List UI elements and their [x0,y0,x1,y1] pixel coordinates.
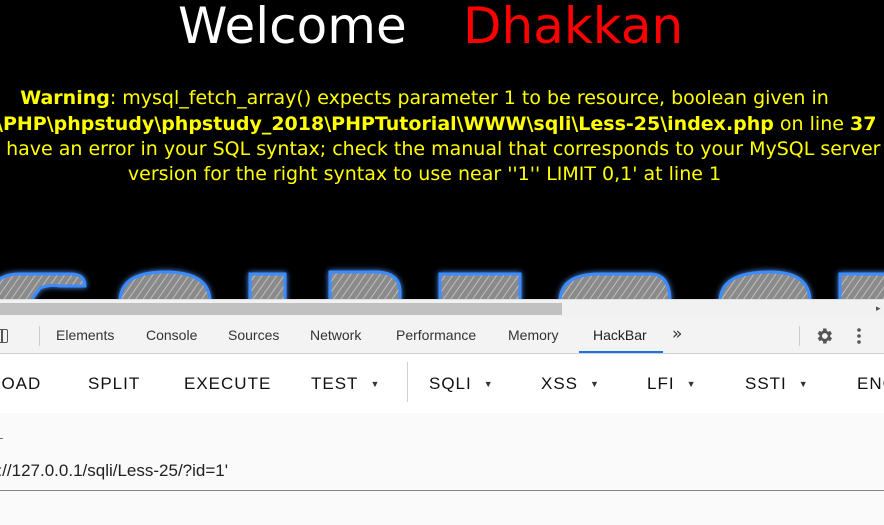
welcome-text: Welcome [178,0,407,55]
execute-button[interactable]: EXECUTE [184,354,271,413]
user-name-text: Dhakkan [463,0,684,55]
scroll-right-arrow-icon[interactable]: ▸ [876,302,884,316]
ssti-dropdown-button[interactable]: SSTI ▼ [745,354,809,413]
sqli-dropdown-button[interactable]: SQLI ▼ [429,354,494,413]
devtools-tab-bar: Elements Console Sources Network Perform… [0,317,884,354]
warning-line-number: 37 [849,113,877,135]
tab-memory[interactable]: Memory [508,317,559,354]
caret-down-icon: ▼ [483,379,494,389]
lfi-dropdown-button[interactable]: LFI ▼ [647,354,696,413]
test-dropdown-button[interactable]: TEST ▼ [311,354,380,413]
horizontal-scrollbar[interactable]: ▸ [0,299,884,317]
xss-label: XSS [541,374,579,393]
warning-message: : mysql_fetch_array() expects parameter … [109,87,829,109]
enc-dropdown-button[interactable]: ENC [857,354,884,413]
more-options-icon[interactable] [851,326,867,346]
tab-network[interactable]: Network [310,317,361,354]
caret-down-icon: ▼ [590,379,600,389]
divider [39,326,40,346]
scrollbar-thumb[interactable] [0,303,562,315]
hackbar-toolbar: LOAD SPLIT EXECUTE TEST ▼ SQLI ▼ XSS ▼ LFI ▼… [0,354,884,413]
caret-down-icon: ▼ [798,379,809,389]
dock-side-icon[interactable] [0,329,8,343]
enc-label: ENC [857,374,884,393]
tab-console[interactable]: Console [146,317,197,354]
toolbar-divider [407,362,408,402]
welcome-heading: Welcome Dhakkan [0,0,884,56]
double-chevron-right-icon[interactable]: » [672,317,682,354]
tab-sources[interactable]: Sources [228,317,279,354]
split-label: SPLIT [88,374,141,393]
divider [799,326,800,346]
url-input[interactable] [0,451,884,491]
web-page: Welcome Dhakkan Warning: mysql_fetch_arr… [0,0,884,299]
url-panel: L [0,413,884,525]
warning-line-1: Warning: mysql_fetch_array() expects par… [0,86,849,111]
ssti-label: SSTI [745,374,787,393]
gear-icon[interactable] [814,326,834,346]
sql-error-line-2: version for the right syntax to use near… [127,163,722,185]
tab-elements[interactable]: Elements [56,317,114,354]
sqli-label: SQLI [429,374,472,393]
warning-on-line: on line [773,113,850,135]
sqli-banner-logo [0,262,884,299]
caret-down-icon: ▼ [370,379,381,389]
split-button[interactable]: SPLIT [88,354,140,413]
caret-down-icon: ▼ [686,379,697,389]
warning-line-2: \PHP\phpstudy\phpstudy_2018\PHPTutorial\… [0,112,876,137]
load-button[interactable]: LOAD [0,354,41,413]
test-label: TEST [311,374,359,393]
active-tab-indicator [579,351,663,353]
warning-label: Warning [20,87,110,109]
tab-performance[interactable]: Performance [396,317,476,354]
xss-dropdown-button[interactable]: XSS ▼ [541,354,600,413]
load-label: LOAD [0,374,42,393]
url-field-label: L [0,427,3,442]
tab-hackbar[interactable]: HackBar [593,317,647,354]
execute-label: EXECUTE [184,374,272,393]
sql-error-line-1: u have an error in your SQL syntax; chec… [0,138,881,160]
lfi-label: LFI [647,374,675,393]
warning-path: \PHP\phpstudy\phpstudy_2018\PHPTutorial\… [0,113,774,135]
